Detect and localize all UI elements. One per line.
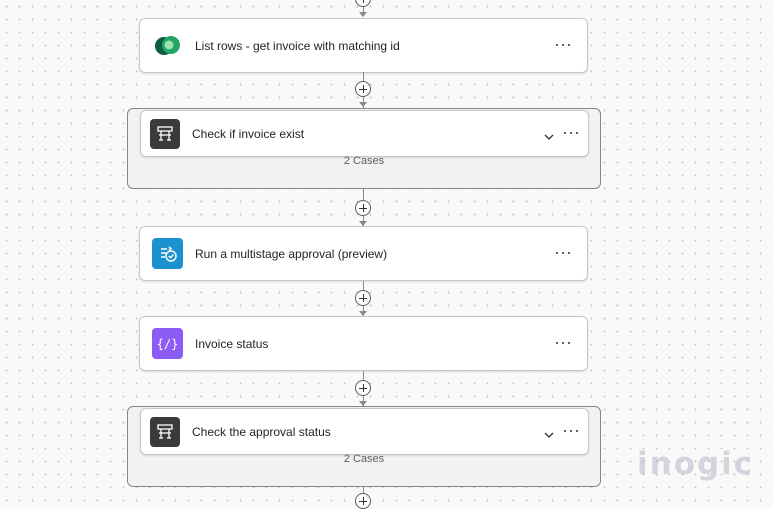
more-options-button[interactable] — [555, 335, 571, 351]
switch-icon — [150, 417, 180, 447]
action-card-multistage-approval[interactable]: Run a multistage approval (preview) — [139, 226, 588, 281]
flow-canvas: List rows - get invoice with matching id… — [0, 0, 773, 509]
switch-container-check-approval[interactable]: Check the approval status 2 Cases — [127, 406, 601, 487]
action-card-list-rows[interactable]: List rows - get invoice with matching id — [139, 18, 588, 73]
approval-icon — [152, 238, 183, 269]
switch-title: Check the approval status — [192, 424, 331, 439]
more-options-button[interactable] — [555, 245, 571, 261]
action-title: Invoice status — [195, 336, 269, 351]
cases-count: 2 Cases — [343, 155, 385, 167]
switch-icon — [150, 119, 180, 149]
chevron-down-icon[interactable] — [544, 427, 554, 438]
cases-count: 2 Cases — [343, 453, 385, 465]
insert-step-button[interactable] — [355, 380, 371, 396]
action-card-invoice-status[interactable]: {∕} Invoice status — [139, 316, 588, 371]
insert-step-button[interactable] — [355, 290, 371, 306]
more-options-button[interactable] — [563, 423, 579, 439]
action-title: Run a multistage approval (preview) — [195, 246, 388, 261]
chevron-down-icon[interactable] — [544, 129, 554, 140]
switch-title: Check if invoice exist — [192, 126, 305, 141]
connector-arrow — [359, 12, 367, 17]
more-options-button[interactable] — [555, 37, 571, 53]
insert-step-button[interactable] — [355, 0, 371, 7]
switch-container-check-invoice[interactable]: Check if invoice exist 2 Cases — [127, 108, 601, 189]
insert-step-button[interactable] — [355, 200, 371, 216]
more-options-button[interactable] — [563, 125, 579, 141]
dataverse-icon — [152, 30, 183, 61]
insert-step-button[interactable] — [355, 493, 371, 509]
action-title: List rows - get invoice with matching id — [195, 38, 400, 53]
switch-card-check-approval[interactable]: Check the approval status — [140, 408, 589, 455]
connector-arrow — [359, 102, 367, 107]
switch-card-check-invoice[interactable]: Check if invoice exist — [140, 110, 589, 157]
variable-icon: {∕} — [152, 328, 183, 359]
insert-step-button[interactable] — [355, 81, 371, 97]
inogic-watermark-logo: inogic — [637, 446, 755, 482]
